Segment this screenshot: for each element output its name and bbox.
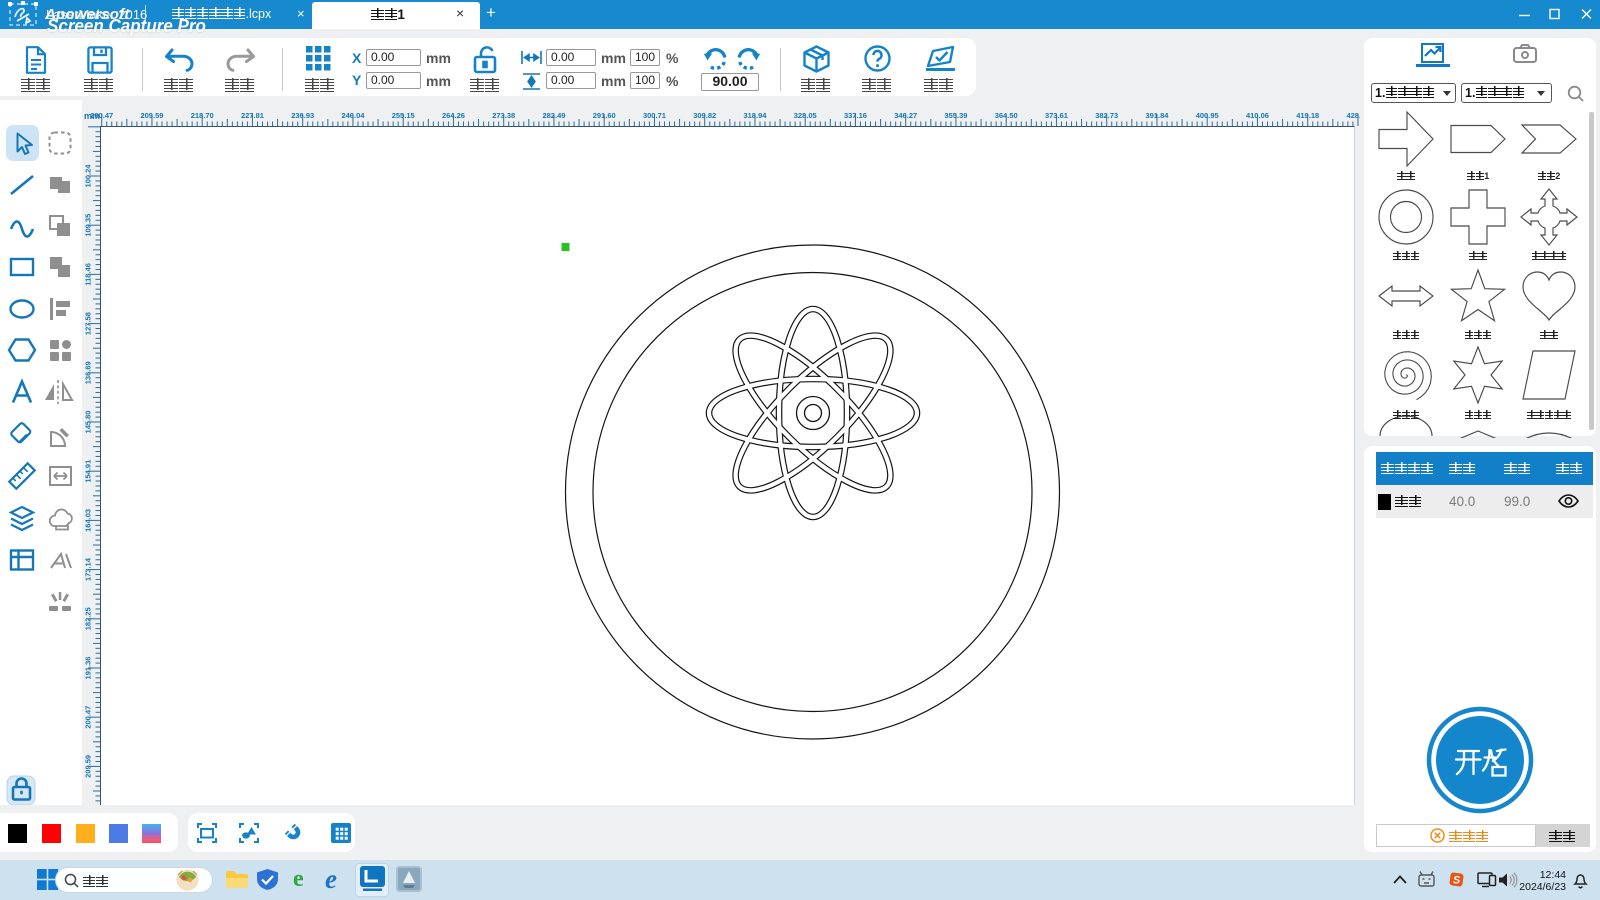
svg-text:191.36: 191.36 [84, 657, 93, 680]
svg-text:mm: mm [84, 111, 100, 121]
svg-text:164.03: 164.03 [84, 509, 93, 532]
svg-text:282.49: 282.49 [542, 111, 565, 120]
svg-text:227.81: 227.81 [241, 111, 264, 120]
svg-text:154.91: 154.91 [84, 460, 93, 483]
svg-text:400.95: 400.95 [1196, 111, 1219, 120]
svg-text:337.16: 337.16 [844, 111, 867, 120]
svg-text:200.47: 200.47 [84, 706, 93, 729]
svg-text:218.70: 218.70 [191, 111, 214, 120]
svg-text:209.59: 209.59 [140, 111, 163, 120]
svg-text:382.73: 382.73 [1095, 111, 1118, 120]
svg-text:S: S [1453, 875, 1461, 887]
svg-text:428.29: 428.29 [1346, 111, 1360, 120]
svg-text:236.93: 236.93 [291, 111, 314, 120]
svg-text:391.84: 391.84 [1145, 111, 1169, 120]
svg-text:273.38: 273.38 [492, 111, 515, 120]
svg-text:410.06: 410.06 [1246, 111, 1269, 120]
svg-text:118.46: 118.46 [84, 263, 93, 286]
svg-text:318.94: 318.94 [743, 111, 767, 120]
svg-text:355.39: 355.39 [944, 111, 967, 120]
svg-text:364.50: 364.50 [995, 111, 1018, 120]
svg-text:209.59: 209.59 [84, 755, 93, 778]
svg-text:419.18: 419.18 [1296, 111, 1319, 120]
svg-text:109.35: 109.35 [84, 214, 93, 237]
svg-text:127.58: 127.58 [84, 312, 93, 335]
svg-text:173.14: 173.14 [84, 557, 93, 581]
svg-text:328.05: 328.05 [794, 111, 817, 120]
svg-text:246.04: 246.04 [341, 111, 365, 120]
svg-text:264.26: 264.26 [442, 111, 465, 120]
svg-text:309.82: 309.82 [693, 111, 716, 120]
svg-text:346.27: 346.27 [894, 111, 917, 120]
svg-text:182.25: 182.25 [84, 607, 93, 630]
svg-text:255.15: 255.15 [392, 111, 415, 120]
svg-text:291.60: 291.60 [593, 111, 616, 120]
svg-text:145.80: 145.80 [84, 411, 93, 434]
svg-text:100.24: 100.24 [84, 164, 93, 188]
svg-text:136.69: 136.69 [84, 361, 93, 384]
svg-text:373.61: 373.61 [1045, 111, 1068, 120]
svg-text:300.71: 300.71 [643, 111, 666, 120]
